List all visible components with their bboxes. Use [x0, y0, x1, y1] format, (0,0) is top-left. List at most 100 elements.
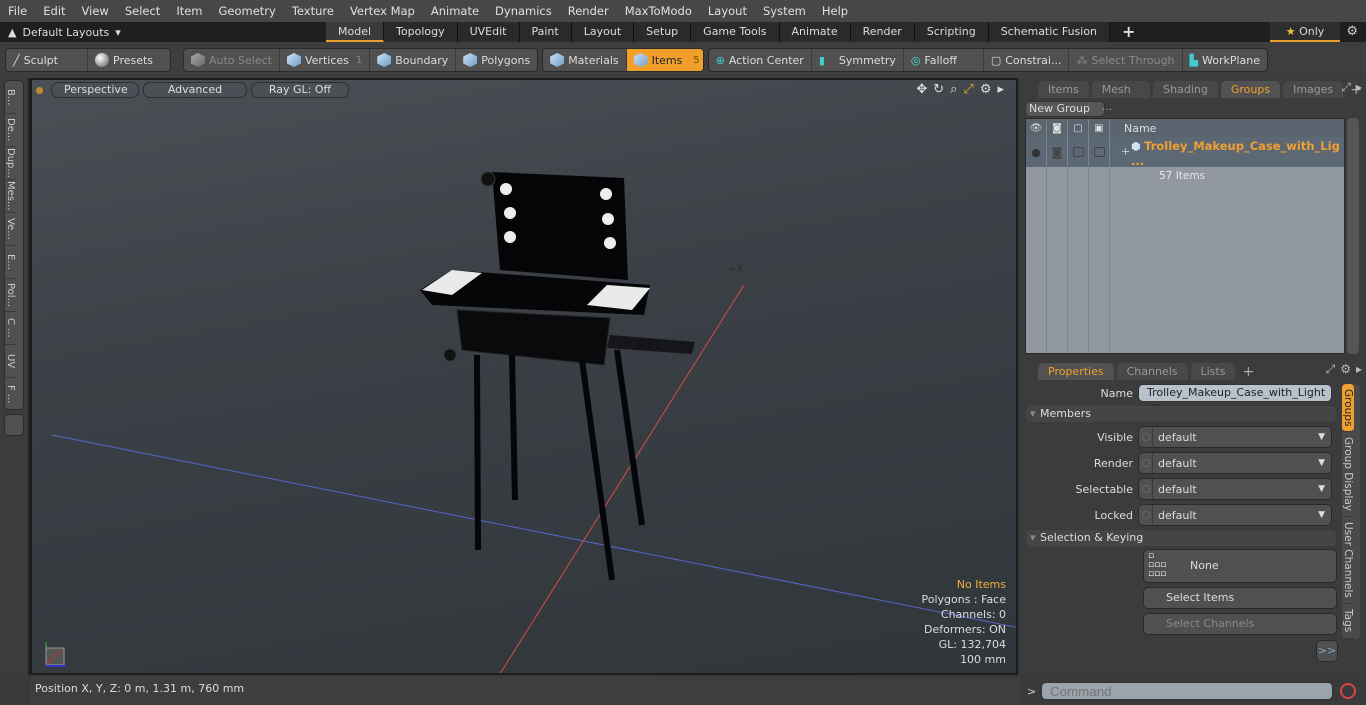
tab-animate[interactable]: Animate [779, 22, 851, 42]
left-tab-polygon[interactable]: Pol... [5, 279, 16, 312]
gear-icon[interactable]: ⚙ [1346, 24, 1358, 39]
menu-view[interactable]: View [74, 4, 117, 18]
menu-maxtomodo[interactable]: MaxToModo [617, 4, 700, 18]
tab-layout[interactable]: Layout [571, 22, 635, 42]
move-view-icon[interactable]: ✥ [916, 82, 927, 97]
menu-geometry[interactable]: Geometry [211, 4, 284, 18]
viewport-indicator-icon[interactable] [36, 86, 43, 94]
menu-render[interactable]: Render [560, 4, 617, 18]
menu-layout[interactable]: Layout [700, 4, 755, 18]
tab-lists[interactable]: Lists [1190, 363, 1236, 380]
side-tab-group-display[interactable]: Group Display [1342, 432, 1354, 518]
left-tab-curve[interactable]: C ... [5, 312, 16, 345]
falloff-button[interactable]: ◎ Falloff [904, 49, 984, 71]
record-macro-icon[interactable] [1340, 683, 1356, 699]
menu-texture[interactable]: Texture [284, 4, 342, 18]
expand-plus-icon[interactable]: + [1121, 145, 1130, 158]
group-row[interactable]: ● ◙ + ⬢ Trolley_Makeup_Case_with_Lig ...… [1026, 137, 1344, 182]
menu-system[interactable]: System [755, 4, 814, 18]
left-tab-basic[interactable]: B... [5, 81, 16, 114]
boundary-button[interactable]: Boundary [370, 49, 457, 71]
items-button[interactable]: Items 5 [626, 49, 703, 71]
tab-properties[interactable]: Properties [1038, 363, 1114, 380]
more-button[interactable]: >> [1316, 640, 1338, 662]
default-layouts-dropdown[interactable]: ▲ Default Layouts ▾ [0, 26, 326, 39]
selection-keying-section[interactable]: Selection & Keying [1026, 530, 1336, 546]
sculpt-button[interactable]: ╱ Sculpt [6, 49, 88, 71]
side-tab-groups[interactable]: Groups [1342, 384, 1354, 433]
workplane-button[interactable]: ▙ WorkPlane [1183, 49, 1267, 71]
vertices-button[interactable]: Vertices 1 [280, 49, 371, 71]
tab-topology[interactable]: Topology [384, 22, 458, 42]
row-select-toggle[interactable] [1093, 147, 1105, 157]
tab-setup[interactable]: Setup [634, 22, 692, 42]
gear-icon[interactable]: ⚙ [1340, 362, 1351, 377]
menu-edit[interactable]: Edit [35, 4, 73, 18]
tab-model[interactable]: Model [326, 22, 385, 42]
render-camera-icon[interactable]: ◙ [1047, 119, 1068, 137]
select-items-button[interactable]: Select Items [1143, 587, 1337, 609]
rotate-view-icon[interactable]: ↻ [933, 82, 944, 97]
row-lock-toggle[interactable] [1072, 147, 1084, 157]
view-type-button[interactable]: Perspective [51, 82, 139, 98]
tab-groups[interactable]: Groups [1220, 81, 1281, 98]
panel-menu-arrow-icon[interactable]: ▸ [1356, 362, 1362, 377]
raygl-button[interactable]: Ray GL: Off [251, 82, 349, 98]
visibility-eye-icon[interactable]: 👁 [1026, 119, 1047, 137]
presets-button[interactable]: Presets [88, 49, 170, 71]
action-center-button[interactable]: ⊕ Action Center [709, 49, 812, 71]
add-tab-icon[interactable]: + [1238, 364, 1258, 380]
menu-animate[interactable]: Animate [423, 4, 487, 18]
tab-scripting[interactable]: Scripting [914, 22, 989, 42]
locked-dropdown[interactable]: default ▼ [1138, 504, 1332, 526]
panel-menu-arrow-icon[interactable]: ▸ [1356, 80, 1362, 95]
collapse-icon[interactable]: ▲ [8, 26, 16, 39]
tab-render[interactable]: Render [850, 22, 915, 42]
tab-channels[interactable]: Channels [1116, 363, 1188, 380]
left-tab-edge[interactable]: E... [5, 246, 16, 279]
keying-none-button[interactable]: ▫ ▫▫▫ ▫▫▫ None [1143, 549, 1337, 583]
maximize-icon[interactable]: ⤢ [1326, 362, 1336, 377]
left-tab-duplicate[interactable]: Dup... [5, 147, 16, 180]
symmetry-button[interactable]: ▮ Symmetry [812, 49, 904, 71]
name-column-header[interactable]: Name [1110, 122, 1156, 135]
tab-shading[interactable]: Shading [1153, 81, 1218, 98]
command-input[interactable] [1041, 682, 1333, 700]
tab-game-tools[interactable]: Game Tools [691, 22, 780, 42]
materials-button[interactable]: Materials [543, 49, 627, 71]
left-tab-fusion[interactable]: F ... [5, 378, 16, 411]
select-channels-button[interactable]: Select Channels [1143, 613, 1337, 635]
3d-viewport[interactable]: +X Perspective Advanced Ray GL: Off ✥ ↻ … [30, 78, 1018, 675]
select-through-button[interactable]: ⁂ Select Through [1069, 49, 1183, 71]
row-visibility-icon[interactable]: ● [1026, 137, 1047, 167]
lock-cube-icon[interactable]: ▢ [1068, 119, 1089, 137]
tab-items[interactable]: Items [1038, 81, 1089, 98]
left-tab-extra[interactable] [4, 414, 24, 436]
menu-vertex-map[interactable]: Vertex Map [342, 4, 423, 18]
menu-dynamics[interactable]: Dynamics [487, 4, 560, 18]
row-render-icon[interactable]: ◙ [1047, 137, 1068, 167]
side-tab-user-channels[interactable]: User Channels [1342, 517, 1354, 605]
menu-item[interactable]: Item [168, 4, 210, 18]
fit-view-icon[interactable]: ⤢ [963, 82, 973, 97]
expand-arrow-icon[interactable]: ▸ [997, 82, 1004, 97]
left-tab-vertex[interactable]: Ve... [5, 213, 16, 246]
name-field[interactable]: Trolley_Makeup_Case_with_Light (3) [1138, 384, 1332, 415]
tab-uvedit[interactable]: UVEdit [457, 22, 520, 42]
constraints-button[interactable]: ▢ Constrai... [984, 49, 1070, 71]
new-group-button[interactable]: New Group [1025, 101, 1105, 117]
visible-dropdown[interactable]: default ▼ [1138, 426, 1332, 448]
menu-file[interactable]: File [0, 4, 35, 18]
tab-paint[interactable]: Paint [519, 22, 572, 42]
auto-select-button[interactable]: Auto Select [184, 49, 280, 71]
left-tab-deform[interactable]: De... [5, 114, 16, 147]
viewport-settings-icon[interactable]: ⚙ [980, 82, 992, 97]
add-tab-button[interactable]: + [1110, 22, 1147, 42]
only-toggle[interactable]: ★ Only [1270, 22, 1340, 42]
render-dropdown[interactable]: default ▼ [1138, 452, 1332, 474]
menu-select[interactable]: Select [117, 4, 168, 18]
shading-button[interactable]: Advanced [143, 82, 247, 98]
groups-scrollbar[interactable] [1347, 118, 1359, 354]
tab-images[interactable]: Images [1283, 81, 1344, 98]
members-section[interactable]: Members [1026, 406, 1336, 422]
